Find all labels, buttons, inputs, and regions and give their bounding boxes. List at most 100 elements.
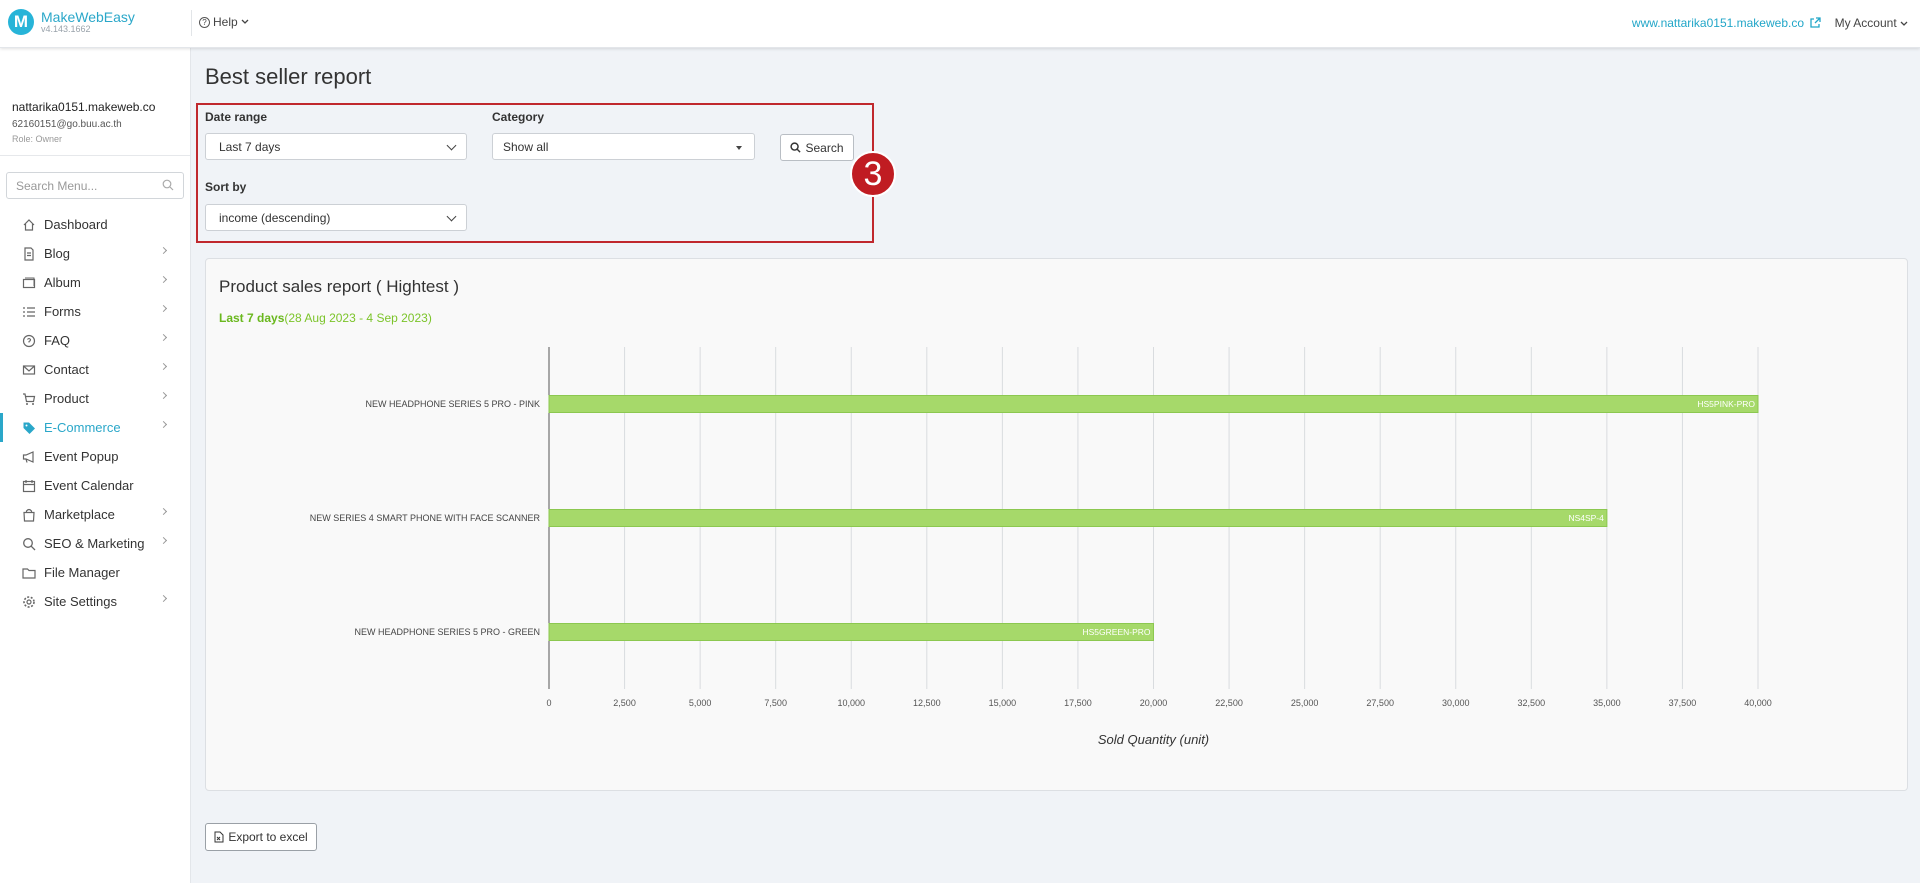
date-range-value: Last 7 days [219, 140, 281, 154]
search-icon [790, 142, 802, 153]
category-label: NEW HEADPHONE SERIES 5 PRO - GREEN [354, 627, 540, 637]
bar [548, 623, 1154, 641]
bar-data-label: HS5PINK-PRO [1697, 399, 1755, 409]
sidebar-item-seo-marketing[interactable]: SEO & Marketing [0, 529, 191, 558]
x-tick-label: 7,500 [764, 698, 787, 708]
step-number-badge: 3 [850, 151, 896, 197]
chevron-down-icon [446, 140, 457, 151]
bar-data-label: NS4SP-4 [1568, 513, 1604, 523]
sidebar-menu: Dashboard Blog Album Forms FAQ Contact Product… [0, 210, 191, 616]
sidebar-item-faq[interactable]: FAQ [0, 326, 191, 355]
sort-by-select[interactable]: income (descending) [205, 204, 467, 231]
sort-by-label: Sort by [205, 180, 247, 194]
search-button-label: Search [805, 140, 844, 155]
sidebar-item-label: Blog [44, 246, 71, 261]
app-version: v4.143.1662 [41, 23, 91, 34]
chevron-right-icon [159, 507, 168, 516]
chevron-right-icon [159, 333, 168, 342]
sidebar-item-label: Site Settings [44, 594, 117, 609]
document-icon [22, 246, 36, 261]
logo-text: MakeWebEasy v4.143.1662 [41, 10, 135, 34]
user-site: nattarika0151.makeweb.co [12, 100, 156, 114]
bar [548, 509, 1608, 527]
sidebar-item-label: Marketplace [44, 507, 115, 522]
megaphone-icon [22, 450, 36, 464]
chevron-down-icon [446, 211, 457, 222]
x-tick-label: 32,500 [1518, 698, 1546, 708]
user-info: nattarika0151.makeweb.co 62160151@go.buu… [0, 48, 190, 156]
list-icon [22, 305, 36, 319]
calendar-icon [22, 479, 36, 493]
app-logo[interactable]: M MakeWebEasy v4.143.1662 [8, 9, 135, 35]
sales-report-card: Product sales report ( Hightest ) Last 7… [205, 258, 1908, 791]
folder-icon [22, 566, 36, 580]
best-seller-chart: 0 2,500 5,000 7,500 10,000 12,500 15,000 17,500… [310, 347, 1772, 747]
sort-by-value: income (descending) [219, 211, 331, 225]
x-tick-label: 5,000 [689, 698, 712, 708]
app-name: MakeWebEasy [41, 8, 135, 25]
category-label: Category [492, 110, 545, 124]
sidebar-item-label: SEO & Marketing [44, 536, 145, 551]
chevron-right-icon [159, 304, 168, 313]
sidebar-item-blog[interactable]: Blog [0, 239, 191, 268]
x-tick-label: 0 [546, 698, 551, 708]
sidebar-item-label: FAQ [44, 333, 71, 348]
logo-mark-icon: M [8, 9, 34, 35]
chevron-right-icon [159, 594, 168, 603]
sidebar-item-file-manager[interactable]: File Manager [0, 558, 191, 587]
sidebar-item-album[interactable]: Album [0, 268, 191, 297]
my-account-menu[interactable]: My Account [1835, 16, 1908, 30]
tag-icon [22, 421, 36, 435]
sidebar-item-event-calendar[interactable]: Event Calendar [0, 471, 191, 500]
sidebar-item-site-settings[interactable]: Site Settings [0, 587, 191, 616]
date-range-label: Date range [205, 110, 268, 124]
export-excel-button[interactable]: Export to excel [205, 823, 317, 851]
export-label: Export to excel [228, 830, 308, 844]
sidebar-item-label: Contact [44, 362, 89, 377]
search-menu-input[interactable]: Search Menu... [6, 172, 184, 199]
sidebar-item-product[interactable]: Product [0, 384, 191, 413]
sidebar-item-label: Event Calendar [44, 478, 134, 493]
excel-file-icon [214, 831, 224, 843]
help-label: Help [213, 15, 238, 29]
chevron-down-icon [1900, 21, 1908, 26]
search-menu-placeholder: Search Menu... [16, 179, 98, 193]
sidebar-item-event-popup[interactable]: Event Popup [0, 442, 191, 471]
x-tick-label: 2,500 [613, 698, 636, 708]
user-role: Role: Owner [12, 134, 63, 144]
sidebar-item-dashboard[interactable]: Dashboard [0, 210, 191, 239]
chevron-right-icon [159, 420, 168, 429]
category-label: NEW HEADPHONE SERIES 5 PRO - PINK [365, 399, 540, 409]
x-tick-label: 10,000 [837, 698, 865, 708]
x-tick-label: 30,000 [1442, 698, 1470, 708]
chevron-right-icon [159, 391, 168, 400]
x-tick-label: 20,000 [1140, 698, 1168, 708]
x-tick-label: 15,000 [989, 698, 1017, 708]
x-tick-label: 12,500 [913, 698, 941, 708]
caret-down-icon [736, 146, 742, 150]
sidebar-item-marketplace[interactable]: Marketplace [0, 500, 191, 529]
search-button[interactable]: Search [780, 134, 854, 161]
sidebar-item-forms[interactable]: Forms [0, 297, 191, 326]
x-tick-label: 25,000 [1291, 698, 1319, 708]
sidebar-item-e-commerce[interactable]: E-Commerce [0, 413, 191, 442]
chevron-down-icon [241, 19, 249, 24]
sidebar-item-label: File Manager [44, 565, 120, 580]
sidebar-item-label: Event Popup [44, 449, 119, 464]
x-tick-label: 35,000 [1593, 698, 1621, 708]
site-url-text: www.nattarika0151.makeweb.co [1631, 16, 1804, 30]
help-menu[interactable]: ? Help [199, 15, 249, 29]
gear-icon [22, 595, 36, 609]
site-url-link[interactable]: www.nattarika0151.makeweb.co [1632, 16, 1821, 30]
sidebar-item-label: Album [44, 275, 81, 290]
top-bar: M MakeWebEasy v4.143.1662 ? Help www.nat… [0, 0, 1920, 48]
home-icon [22, 218, 36, 232]
sidebar-item-contact[interactable]: Contact [0, 355, 191, 384]
search-icon [162, 179, 174, 191]
x-tick-label: 17,500 [1064, 698, 1092, 708]
sidebar-item-label: E-Commerce [44, 420, 121, 435]
date-range-select[interactable]: Last 7 days [205, 133, 467, 160]
sidebar-item-label: Dashboard [44, 217, 108, 232]
category-select[interactable]: Show all [492, 133, 755, 160]
external-link-icon [1810, 17, 1821, 28]
